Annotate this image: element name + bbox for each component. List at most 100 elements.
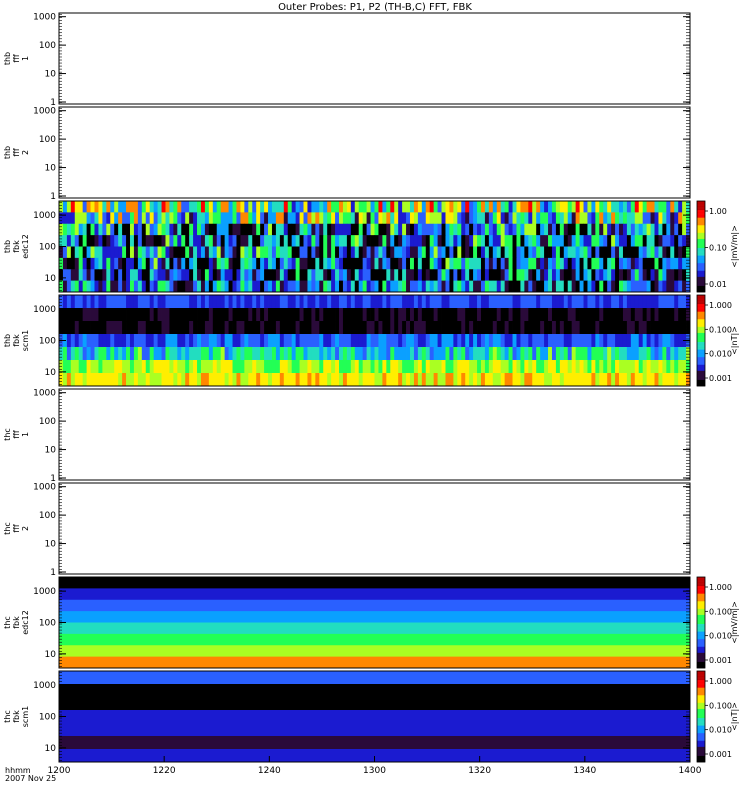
heatmap-cell (98, 212, 103, 225)
y-tick-label: 100 (39, 511, 56, 521)
panel-thc-fff1: 1101001000thc fff 1 (3, 388, 691, 484)
heatmap-cell (244, 223, 249, 236)
heatmap-cell (331, 280, 336, 293)
heatmap-cell (236, 347, 241, 361)
heatmap-cell (480, 257, 486, 270)
heatmap-cell (200, 373, 206, 387)
heatmap-cell (350, 295, 356, 309)
heatmap-cell (181, 212, 186, 225)
heatmap-cell (70, 295, 76, 309)
heatmap-cell (658, 347, 663, 361)
heatmap-cell (504, 373, 509, 387)
heatmap-cell (563, 360, 569, 374)
ylabel-line: thc (3, 428, 12, 441)
heatmap-cell (106, 212, 111, 225)
heatmap-cell (559, 212, 565, 225)
heatmap-cell (453, 223, 458, 236)
heatmap-cell (98, 334, 103, 348)
heatmap-cell (429, 223, 435, 236)
heatmap-cell (626, 257, 632, 270)
heatmap-cell (417, 373, 423, 387)
heatmap-cell (295, 235, 300, 247)
heatmap-cell (236, 373, 241, 387)
heatmap-cell (370, 308, 375, 322)
heatmap-cell (200, 246, 206, 259)
heatmap-cell (480, 246, 486, 259)
heatmap-cell (208, 321, 214, 335)
heatmap-cell (193, 246, 198, 259)
heatmap-cell (98, 201, 103, 213)
heatmap-cell (638, 201, 644, 213)
heatmap-cell (544, 269, 549, 282)
heatmap-cell (477, 269, 482, 282)
heatmap-cell (98, 280, 103, 293)
heatmap-cell (200, 223, 206, 236)
heatmap-cell (658, 280, 663, 293)
heatmap-cell (185, 321, 190, 335)
heatmap-cell (473, 308, 478, 322)
heatmap-cell (271, 223, 277, 236)
heatmap-cell (224, 308, 229, 322)
heatmap-cell (674, 269, 679, 282)
heatmap-cell (114, 269, 119, 282)
heatmap-cell (591, 212, 596, 225)
heatmap-cell (185, 212, 190, 225)
heatmap-cell (575, 280, 580, 293)
heatmap-cell (362, 321, 368, 335)
heatmap-cell (62, 321, 68, 335)
panel-thc-fff2: 1101001000thc fff 2 (3, 482, 691, 578)
heatmap-cell (303, 360, 308, 374)
heatmap-cell (161, 201, 166, 213)
heatmap-cell (409, 201, 415, 213)
heatmap-cell (157, 308, 162, 322)
heatmap-cell (145, 373, 151, 387)
heatmap-cell (303, 280, 308, 293)
heatmap-cell (496, 308, 502, 322)
heatmap-cell (271, 295, 277, 309)
heatmap-cell (90, 308, 95, 322)
heatmap-cell (441, 308, 446, 322)
heatmap-cell (370, 321, 375, 335)
heatmap-cell (204, 201, 210, 213)
heatmap-cell (66, 347, 72, 361)
heatmap-cell (224, 223, 229, 236)
ylabel-line: 1 (21, 56, 30, 61)
ylabel-line: fff (12, 524, 21, 533)
heatmap-cell (469, 334, 474, 348)
heatmap-cell (70, 235, 76, 247)
heatmap-cell (268, 347, 273, 361)
heatmap-cell (425, 201, 431, 213)
heatmap-cell (86, 334, 91, 348)
heatmap-cell (630, 347, 636, 361)
heatmap-cell (461, 223, 466, 236)
heatmap-cell (374, 257, 379, 270)
heatmap-cell (508, 257, 513, 270)
heatmap-cell (204, 295, 210, 309)
heatmap-cell (350, 212, 356, 225)
heatmap-cell (465, 235, 470, 247)
heatmap-cell (457, 295, 462, 309)
heatmap-cell (449, 212, 454, 225)
heatmap-cell (682, 269, 687, 282)
heatmap-cell (102, 201, 107, 213)
heatmap-cell (275, 257, 281, 270)
heatmap-cell (346, 334, 352, 348)
heatmap-cell (303, 246, 308, 259)
heatmap-cell (212, 295, 218, 309)
heatmap-cell (555, 280, 561, 293)
heatmap-cell (382, 223, 387, 236)
ylabel-line: 1 (21, 432, 30, 437)
heatmap-cell (603, 347, 608, 361)
heatmap-cell (137, 360, 143, 374)
heatmap-cell (638, 246, 644, 259)
heatmap-cell (240, 212, 245, 225)
heatmap-cell (370, 201, 375, 213)
heatmap-cell (260, 280, 265, 293)
heatmap-cell (323, 308, 328, 322)
heatmap-cell (236, 360, 241, 374)
heatmap-cell (437, 347, 442, 361)
heatmap-cell (591, 295, 596, 309)
heatmap-cell (169, 360, 174, 374)
colorbar-label: <|nT|> (730, 702, 739, 731)
heatmap-cell (149, 212, 155, 225)
